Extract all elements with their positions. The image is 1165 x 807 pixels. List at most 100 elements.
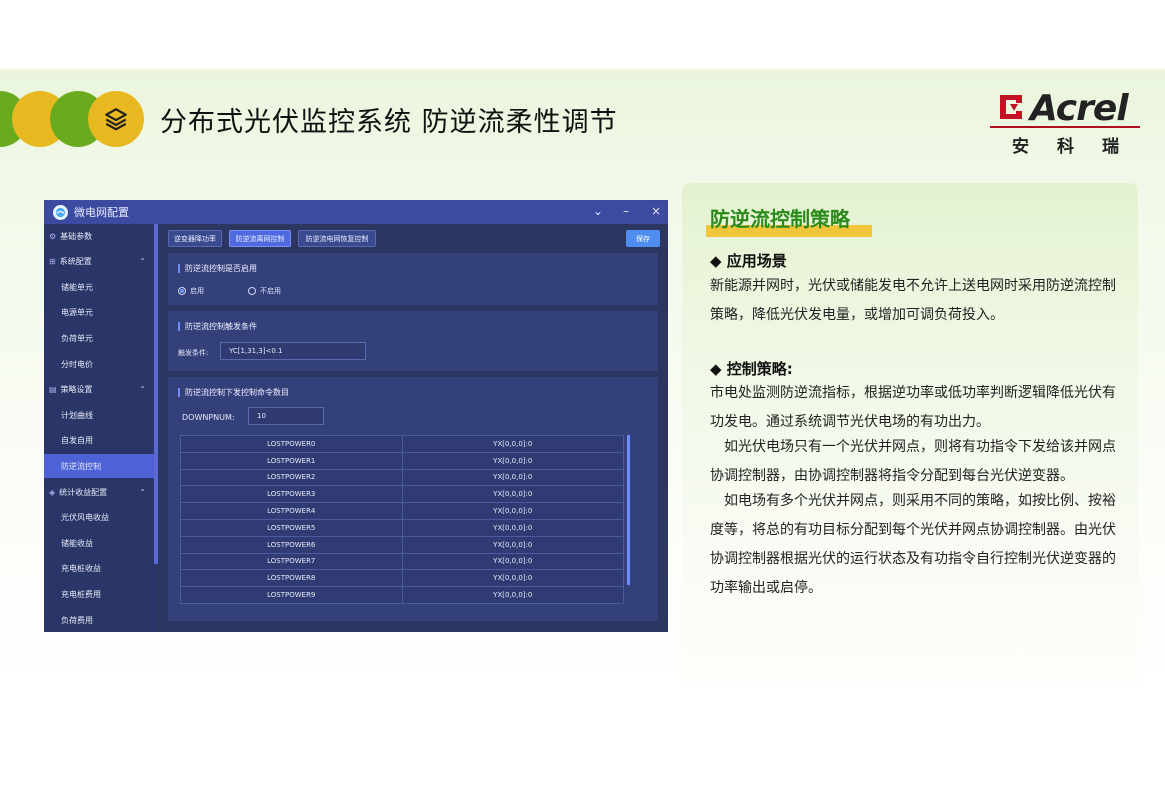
command-name-cell: LOSTPOWER5 — [180, 518, 403, 537]
command-value-cell: YX[0,0,0]:0 — [401, 569, 624, 588]
trigger-panel-title: 防逆流控制触发条件 — [178, 322, 257, 331]
sidebar-item-label: 充电桩费用 — [61, 589, 101, 599]
sidebar-item[interactable]: 计划曲线 — [44, 403, 154, 427]
radio-enable[interactable]: 启用 — [178, 286, 204, 296]
table-row[interactable]: LOSTPOWER6 YX[0,0,0]:0 — [180, 535, 624, 554]
command-name-cell: LOSTPOWER2 — [180, 468, 403, 487]
sidebar-item-label: 策略设置 — [60, 385, 93, 395]
sidebar-item-label: 基础参数 — [60, 231, 93, 241]
sidebar-item[interactable]: 自发自用 — [44, 429, 154, 453]
sidebar-item-label: 储能单元 — [61, 282, 93, 292]
table-row[interactable]: LOSTPOWER8 YX[0,0,0]:0 — [180, 569, 624, 588]
table-row[interactable]: LOSTPOWER7 YX[0,0,0]:0 — [180, 552, 624, 571]
command-value-cell: YX[0,0,0]:0 — [401, 502, 624, 520]
table-scrollbar[interactable] — [627, 435, 630, 585]
sidebar-item[interactable]: 充电桩收益 — [44, 557, 154, 581]
card-title: 防逆流控制策略 — [710, 207, 850, 231]
table-row[interactable]: LOSTPOWER4 YX[0,0,0]:0 — [180, 502, 624, 520]
logo-brand: Acrel — [1030, 88, 1129, 129]
app-titlebar: 微电网配置 ⌄ – × — [44, 200, 668, 224]
sidebar-item-label: 负荷单元 — [61, 333, 93, 343]
slide: 分布式光伏监控系统 防逆流柔性调节 Acrel 安科瑞 微电网配置 ⌄ – × … — [0, 0, 1165, 807]
trigger-panel: 防逆流控制触发条件 触发条件: YC[1,31,3]<0.1 — [168, 311, 658, 371]
radio-enable-label: 启用 — [190, 287, 204, 295]
layers-icon — [105, 108, 127, 131]
sidebar: ⚙ 基础参数 ⊞ 系统配置 ⌃ 储能单元电源单元负荷单元分时电价 ▤ 策略设置 ⌃ 计划曲线自发自… — [44, 224, 156, 632]
sidebar-item[interactable]: 负荷费用 — [44, 608, 154, 632]
sidebar-item[interactable]: ⚙ 基础参数 — [44, 224, 154, 248]
sidebar-item-label: 计划曲线 — [61, 410, 93, 420]
strategy-card: 防逆流控制策略 ◆ 应用场景 新能源并网时，光伏或储能发电不允许上送电网时采用防… — [682, 183, 1138, 687]
table-row[interactable]: LOSTPOWER0 YX[0,0,0]:0 — [180, 435, 624, 453]
trigger-condition-input[interactable]: YC[1,31,3]<0.1 — [220, 342, 366, 360]
downpnum-label: DOWNPNUM: — [182, 413, 235, 422]
sidebar-item-label: 自发自用 — [61, 436, 93, 446]
minimize-button[interactable]: – — [623, 204, 629, 218]
section-strategy-p3: 如电场有多个光伏并网点，则采用不同的策略，如按比例、按裕度等，将总的有功目标分配… — [710, 493, 1116, 596]
table-row[interactable]: LOSTPOWER3 YX[0,0,0]:0 — [180, 485, 624, 504]
command-panel: 防逆流控制下发控制命令数目 DOWNPNUM: 10 LOSTPOWER0 YX[… — [168, 377, 658, 621]
command-name-cell: LOSTPOWER6 — [180, 535, 403, 554]
sidebar-item[interactable]: ▤ 策略设置 ⌃ — [44, 378, 154, 402]
sidebar-item-label: 分时电价 — [61, 359, 93, 369]
command-name-cell: LOSTPOWER3 — [180, 485, 403, 504]
enable-panel: 防逆流控制是否启用 启用 不启用 — [168, 253, 658, 305]
app-title: 微电网配置 — [74, 206, 129, 219]
command-name-cell: LOSTPOWER0 — [180, 435, 403, 453]
sidebar-item[interactable]: 防逆流控制 — [44, 454, 154, 479]
sidebar-item[interactable]: 电源单元 — [44, 301, 154, 325]
command-value-cell: YX[0,0,0]:0 — [401, 552, 624, 571]
app-logo-icon — [53, 204, 68, 220]
table-row[interactable]: LOSTPOWER1 YX[0,0,0]:0 — [180, 451, 624, 470]
chevron-up-icon[interactable]: ⌃ — [139, 385, 146, 394]
command-value-cell: YX[0,0,0]:0 — [401, 468, 624, 487]
section-application-text: 新能源并网时，光伏或储能发电不允许上送电网时采用防逆流控制策略，降低光伏发电量，… — [710, 278, 1116, 323]
section-application-heading: ◆ 应用场景 — [710, 252, 787, 270]
logo-cn: 安科瑞 — [1012, 137, 1147, 157]
sidebar-item[interactable]: 负荷单元 — [44, 326, 154, 350]
sidebar-item[interactable]: 分时电价 — [44, 352, 154, 376]
stats-icon: ◈ — [49, 487, 56, 497]
sidebar-scrollbar[interactable] — [154, 224, 158, 564]
sidebar-item[interactable]: 储能单元 — [44, 275, 154, 299]
table-row[interactable]: LOSTPOWER5 YX[0,0,0]:0 — [180, 518, 624, 537]
command-name-cell: LOSTPOWER4 — [180, 502, 403, 520]
close-button[interactable]: × — [651, 204, 661, 218]
command-value-cell: YX[0,0,0]:0 — [401, 518, 624, 537]
radio-disable-label: 不启用 — [260, 287, 281, 295]
sidebar-item[interactable]: ⊞ 系统配置 ⌃ — [44, 250, 154, 274]
sidebar-item[interactable]: 储能收益 — [44, 531, 154, 555]
network-icon: ⊞ — [49, 257, 56, 267]
tab-inverter-derate[interactable]: 逆变器降功率 — [168, 230, 222, 247]
radio-unchecked-icon — [248, 287, 256, 295]
sidebar-item-label: 统计收益配置 — [59, 487, 108, 497]
table-row[interactable]: LOSTPOWER2 YX[0,0,0]:0 — [180, 468, 624, 487]
sidebar-item-label: 电源单元 — [61, 308, 93, 318]
collapse-button[interactable]: ⌄ — [593, 204, 603, 218]
sidebar-item[interactable]: 充电桩费用 — [44, 582, 154, 606]
gear-icon: ⚙ — [49, 231, 57, 241]
radio-checked-icon — [178, 287, 186, 295]
chevron-up-icon[interactable]: ⌃ — [139, 257, 146, 266]
chevron-up-icon[interactable]: ⌃ — [139, 488, 146, 497]
enable-panel-title: 防逆流控制是否启用 — [178, 264, 257, 273]
trigger-label: 触发条件: — [178, 349, 209, 357]
radio-disable[interactable]: 不启用 — [248, 286, 281, 296]
acrel-logo: Acrel 安科瑞 — [990, 88, 1150, 157]
strategy-icon: ▤ — [49, 385, 57, 395]
tab-grid-recovery[interactable]: 防逆流电网恢复控制 — [298, 230, 376, 247]
sidebar-item[interactable]: ◈ 统计收益配置 ⌃ — [44, 480, 154, 504]
table-row[interactable]: LOSTPOWER9 YX[0,0,0]:0 — [180, 586, 624, 604]
sidebar-item[interactable]: 光伏风电收益 — [44, 506, 154, 530]
command-value-cell: YX[0,0,0]:0 — [401, 485, 624, 504]
command-name-cell: LOSTPOWER7 — [180, 552, 403, 571]
save-button[interactable]: 保存 — [626, 230, 660, 247]
tab-offgrid-control[interactable]: 防逆流离网控制 — [229, 230, 291, 247]
command-name-cell: LOSTPOWER1 — [180, 451, 403, 470]
command-panel-title: 防逆流控制下发控制命令数目 — [178, 388, 289, 397]
app-window: 微电网配置 ⌄ – × ⚙ 基础参数 ⊞ 系统配置 ⌃ 储能单元电源单元负荷单元分时电价 ▤… — [44, 200, 668, 632]
page-title: 分布式光伏监控系统 防逆流柔性调节 — [160, 107, 618, 138]
command-table: LOSTPOWER0 YX[0,0,0]:0 LOSTPOWER1 YX[0,0,0]… — [180, 435, 624, 604]
downpnum-input[interactable]: 10 — [248, 407, 324, 425]
sidebar-item-label: 系统配置 — [59, 257, 92, 267]
